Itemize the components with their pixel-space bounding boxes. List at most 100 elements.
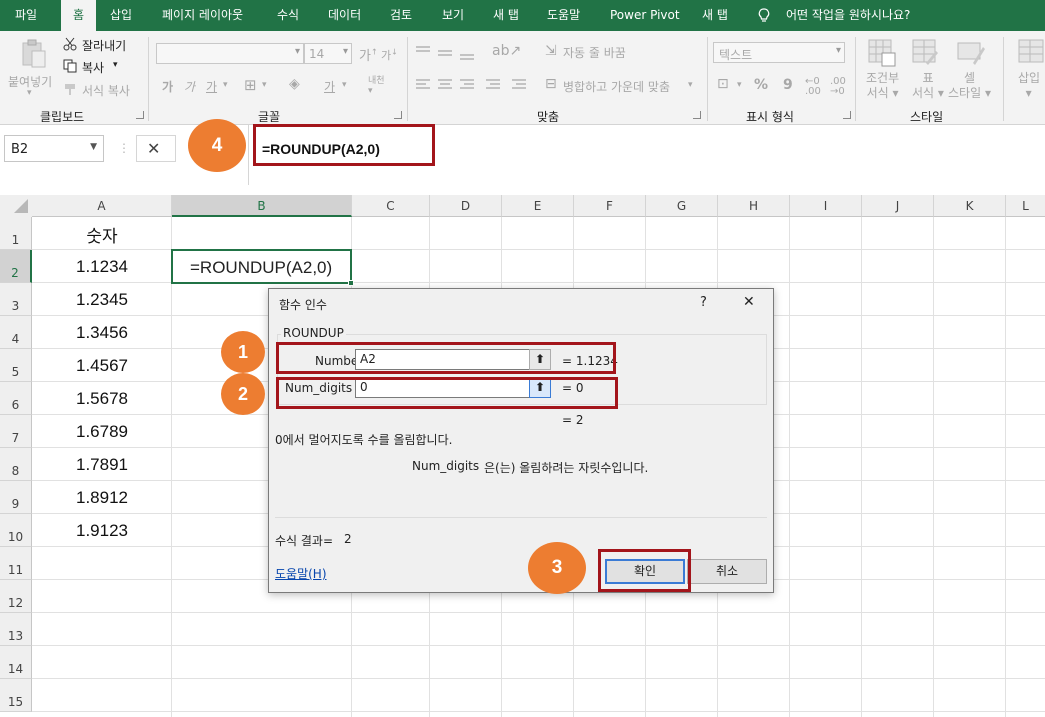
tab-new-2[interactable]: 새 탭: [702, 0, 728, 31]
alignment-launcher-icon[interactable]: [693, 111, 701, 119]
conditional-format-button[interactable]: 조건부 서식 ▾: [866, 71, 899, 101]
row-header-2[interactable]: 2: [0, 250, 32, 283]
tab-new-1[interactable]: 새 탭: [493, 0, 519, 31]
cell-a3[interactable]: 1.2345: [32, 290, 172, 310]
tab-review[interactable]: 검토: [390, 0, 412, 31]
name-box[interactable]: B2 ▼: [4, 135, 104, 162]
font-name-combo[interactable]: ▾: [156, 43, 304, 64]
row-header-1[interactable]: 1: [0, 217, 32, 250]
row-header-7[interactable]: 7: [0, 415, 32, 448]
increase-decimal-icon[interactable]: ←0.00: [805, 77, 821, 97]
column-header-c[interactable]: C: [352, 195, 430, 217]
name-box-chevron-icon[interactable]: ▼: [90, 142, 97, 152]
merge-chevron-icon[interactable]: ▾: [688, 80, 693, 90]
cell-a4[interactable]: 1.3456: [32, 323, 172, 343]
decrease-decimal-icon[interactable]: .00 →0: [830, 77, 846, 97]
close-icon[interactable]: ✕: [743, 294, 755, 310]
cell-a10[interactable]: 1.9123: [32, 521, 172, 541]
font-size-combo[interactable]: 14 ▾: [304, 43, 352, 64]
column-header-f[interactable]: F: [574, 195, 646, 217]
vertical-align-icons[interactable]: [416, 45, 496, 61]
tab-home[interactable]: 홈: [61, 0, 96, 31]
tab-data[interactable]: 데이터: [328, 0, 361, 31]
row-header-9[interactable]: 9: [0, 481, 32, 514]
row-header-15[interactable]: 15: [0, 679, 32, 712]
paste-chevron-icon[interactable]: ▾: [27, 88, 32, 98]
column-header-h[interactable]: H: [718, 195, 790, 217]
column-header-d[interactable]: D: [430, 195, 502, 217]
underline-button[interactable]: 가: [206, 78, 217, 95]
copy-chevron-icon[interactable]: ▾: [113, 60, 118, 70]
number-launcher-icon[interactable]: [843, 111, 851, 119]
shrink-font-icon[interactable]: 가↓: [381, 47, 398, 63]
cell-a9[interactable]: 1.8912: [32, 488, 172, 508]
row-header-11[interactable]: 11: [0, 547, 32, 580]
grow-font-icon[interactable]: 가↑: [359, 45, 378, 64]
cancel-button[interactable]: 취소: [687, 559, 767, 584]
row-header-8[interactable]: 8: [0, 448, 32, 481]
help-link[interactable]: 도움말(H): [275, 565, 327, 582]
tab-power-pivot[interactable]: Power Pivot: [610, 0, 680, 31]
horizontal-align-icons[interactable]: [416, 78, 534, 92]
number-format-combo[interactable]: 텍스트 ▾: [713, 42, 845, 63]
cell-a8[interactable]: 1.7891: [32, 455, 172, 475]
tab-page-layout[interactable]: 페이지 레이아웃: [162, 0, 243, 31]
column-header-k[interactable]: K: [934, 195, 1006, 217]
tab-view[interactable]: 보기: [442, 0, 464, 31]
currency-chevron-icon[interactable]: ▾: [737, 80, 742, 90]
row-header-4[interactable]: 4: [0, 316, 32, 349]
tab-formulas[interactable]: 수식: [277, 0, 299, 31]
italic-button[interactable]: 가: [184, 78, 195, 95]
column-header-a[interactable]: A: [32, 195, 172, 217]
select-all-corner[interactable]: [0, 195, 32, 217]
format-painter-button[interactable]: 서식 복사: [82, 82, 130, 99]
underline-chevron-icon[interactable]: ▾: [223, 80, 228, 90]
copy-button[interactable]: 복사: [82, 59, 104, 76]
row-header-13[interactable]: 13: [0, 613, 32, 646]
borders-chevron-icon[interactable]: ▾: [262, 80, 267, 90]
row-header-12[interactable]: 12: [0, 580, 32, 613]
wrap-text-button[interactable]: 자동 줄 바꿈: [563, 44, 626, 61]
column-header-l[interactable]: L: [1006, 195, 1045, 217]
font-launcher-icon[interactable]: [394, 111, 402, 119]
currency-icon[interactable]: ⊡: [717, 76, 729, 92]
help-icon[interactable]: ?: [700, 295, 707, 310]
cell-a2[interactable]: 1.1234: [32, 257, 172, 277]
percent-button[interactable]: %: [754, 77, 768, 93]
bold-button[interactable]: 가: [162, 78, 173, 95]
tab-file[interactable]: 파일: [15, 0, 37, 31]
row-header-14[interactable]: 14: [0, 646, 32, 679]
fill-handle[interactable]: [348, 280, 354, 286]
row-header-5[interactable]: 5: [0, 349, 32, 382]
row-header-6[interactable]: 6: [0, 382, 32, 415]
clipboard-launcher-icon[interactable]: [136, 111, 144, 119]
cell-a1[interactable]: 숫자: [32, 222, 172, 247]
cut-button[interactable]: 잘라내기: [82, 37, 126, 54]
cell-styles-button[interactable]: 셀 스타일 ▾: [948, 71, 991, 101]
tab-insert[interactable]: 삽입: [110, 0, 132, 31]
format-as-table-button[interactable]: 표 서식 ▾: [912, 71, 944, 101]
column-header-i[interactable]: I: [790, 195, 862, 217]
borders-icon[interactable]: ⊞: [244, 76, 257, 94]
column-header-j[interactable]: J: [862, 195, 934, 217]
tell-me-search[interactable]: 어떤 작업을 원하시나요?: [786, 0, 910, 31]
font-color-chevron-icon[interactable]: ▾: [342, 80, 347, 90]
column-header-b[interactable]: B: [172, 195, 352, 217]
cell-a7[interactable]: 1.6789: [32, 422, 172, 442]
cell-a5[interactable]: 1.4567: [32, 356, 172, 376]
fill-color-icon[interactable]: ◈: [289, 76, 300, 92]
cancel-entry-button[interactable]: ✕: [136, 135, 176, 162]
comma-button[interactable]: 9: [783, 77, 793, 93]
column-header-e[interactable]: E: [502, 195, 574, 217]
orientation-icon[interactable]: ab↗: [492, 43, 521, 59]
merge-center-button[interactable]: 병합하고 가운데 맞춤: [563, 78, 670, 95]
row-header-10[interactable]: 10: [0, 514, 32, 547]
column-header-g[interactable]: G: [646, 195, 718, 217]
insert-cells-button[interactable]: 삽입 ▾: [1018, 71, 1040, 101]
row-header-3[interactable]: 3: [0, 283, 32, 316]
group-label-alignment: 맞춤: [537, 110, 560, 124]
tab-help[interactable]: 도움말: [547, 0, 580, 31]
font-color-icon[interactable]: 가: [324, 78, 335, 95]
cell-a6[interactable]: 1.5678: [32, 389, 172, 409]
phonetic-icon[interactable]: 내천 ▾: [368, 76, 385, 96]
